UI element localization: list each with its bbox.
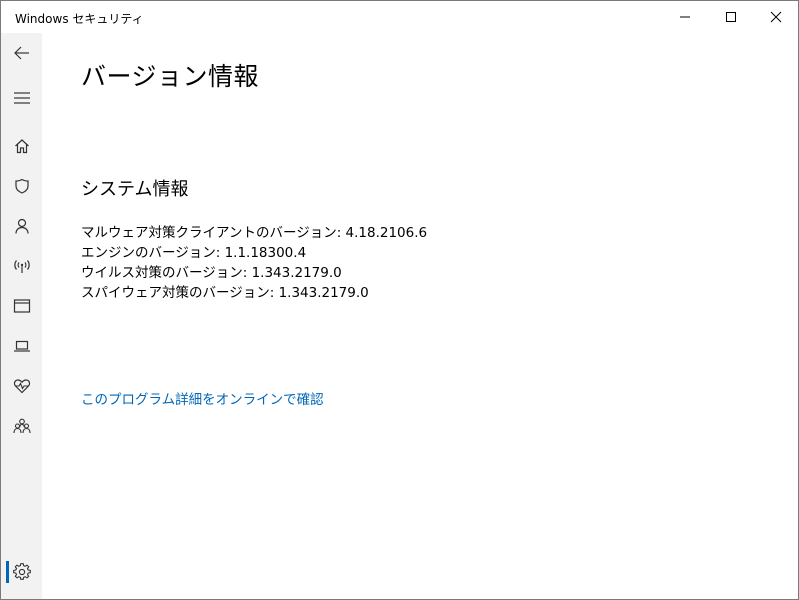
main-content: バージョン情報 システム情報 マルウェア対策クライアントのバージョン: 4.18… [42, 33, 798, 599]
sidebar-item-family-options[interactable] [1, 406, 42, 446]
antispyware-version: スパイウェア対策のバージョン: 1.343.2179.0 [81, 285, 369, 301]
back-button[interactable] [1, 33, 42, 73]
shield-icon [14, 178, 29, 194]
back-arrow-icon [13, 46, 29, 60]
family-icon [12, 418, 31, 434]
maximize-button[interactable] [708, 1, 754, 33]
laptop-icon [13, 340, 30, 352]
sidebar-item-device-security[interactable] [1, 326, 42, 366]
sidebar-item-app-browser-control[interactable] [1, 286, 42, 326]
antimalware-client-version: マルウェア対策クライアントのバージョン: 4.18.2106.6 [81, 225, 428, 241]
online-details-link[interactable]: このプログラム詳細をオンラインで確認 [81, 388, 324, 408]
engine-version: エンジンのバージョン: 1.1.18300.4 [81, 245, 307, 261]
sidebar-item-account-protection[interactable] [1, 206, 42, 246]
hamburger-menu-icon [13, 92, 30, 104]
sidebar-item-virus-protection[interactable] [1, 166, 42, 206]
close-button[interactable] [753, 1, 798, 33]
app-window: Windows セキュリティ バージョン情報 システム情報 マルウェア対策クライ… [0, 0, 799, 600]
page-title: バージョン情報 [81, 62, 260, 91]
sidebar [1, 33, 42, 599]
minimize-button[interactable] [662, 1, 708, 33]
window-title: Windows セキュリティ [15, 12, 144, 26]
menu-button[interactable] [1, 78, 42, 118]
browser-window-icon [13, 299, 30, 313]
heart-pulse-icon [13, 379, 30, 394]
sidebar-item-settings[interactable] [1, 552, 42, 592]
close-icon [770, 11, 782, 23]
home-icon [14, 139, 29, 154]
minimize-icon [680, 16, 690, 18]
title-bar[interactable]: Windows セキュリティ [1, 1, 798, 33]
maximize-icon [726, 12, 736, 22]
sidebar-item-firewall[interactable] [1, 246, 42, 286]
sidebar-item-home[interactable] [1, 126, 42, 166]
sidebar-item-device-health[interactable] [1, 366, 42, 406]
antivirus-version: ウイルス対策のバージョン: 1.343.2179.0 [81, 265, 342, 281]
person-icon [14, 218, 29, 234]
gear-icon [12, 563, 31, 580]
wireless-icon [13, 260, 30, 273]
section-title: システム情報 [81, 179, 189, 200]
